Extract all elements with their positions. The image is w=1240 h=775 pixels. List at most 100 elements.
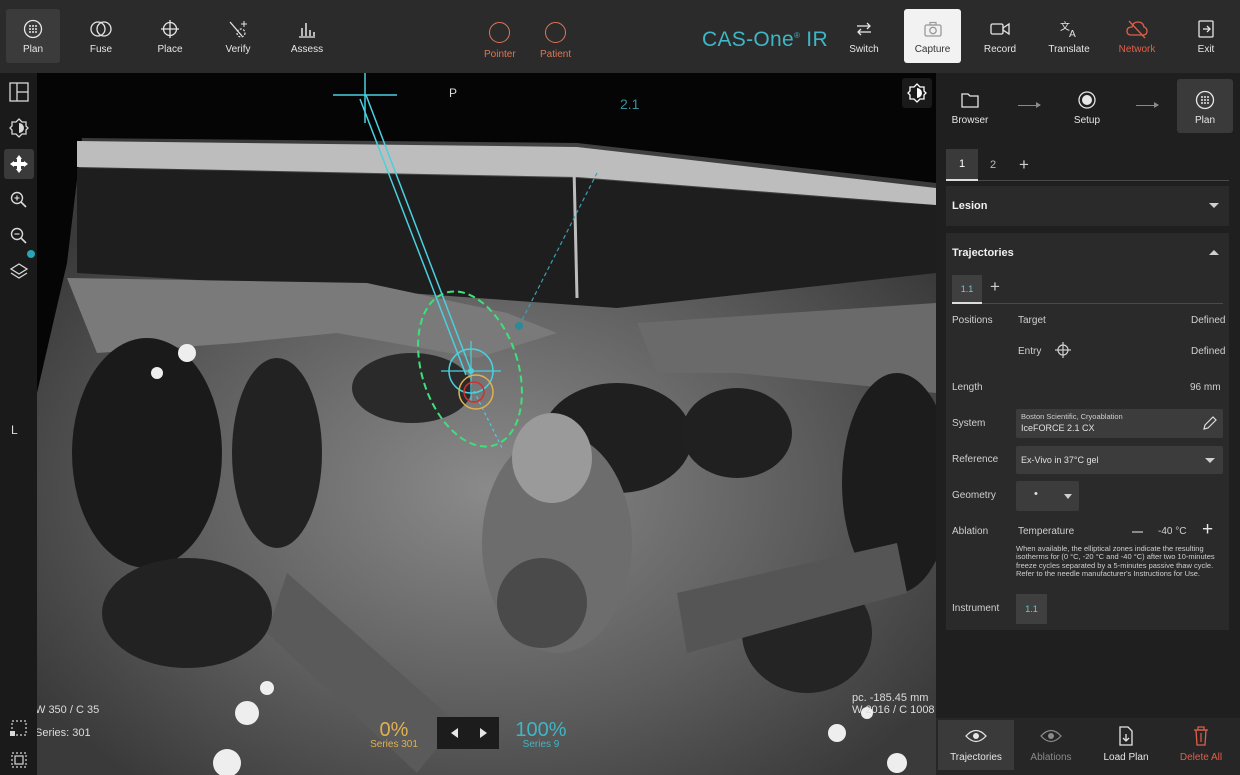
fusion-right-arrow-icon[interactable] <box>480 728 487 738</box>
geometry-select[interactable]: • <box>1016 481 1079 511</box>
layers-icon <box>9 263 29 279</box>
trajectories-toggle-button[interactable]: Trajectories <box>938 720 1014 770</box>
fuse-button[interactable]: Fuse <box>74 9 128 63</box>
entry-state: Defined <box>1191 346 1226 357</box>
plan-panel: Browser Setup Plan 1 2 + Lesion Trajecto… <box>936 73 1240 775</box>
delete-all-label: Delete All <box>1179 752 1223 763</box>
assess-label: Assess <box>290 44 324 55</box>
fusion-left-arrow-icon[interactable] <box>451 728 458 738</box>
temperature-label: Temperature <box>1018 526 1075 537</box>
lesion-header[interactable]: Lesion <box>946 186 1229 226</box>
brightness-button[interactable] <box>4 113 34 143</box>
trajectories-header[interactable]: Trajectories <box>946 233 1229 273</box>
orientation-left: L <box>11 423 18 437</box>
instrument-chip[interactable]: 1.1 <box>1016 594 1047 624</box>
ablations-toggle-label: Ablations <box>1030 752 1072 763</box>
edit-pencil-icon[interactable] <box>1202 416 1217 433</box>
exit-button[interactable]: Exit <box>1179 9 1233 63</box>
workflow-plan-label: Plan <box>1194 115 1215 126</box>
lesion-title: Lesion <box>952 200 988 212</box>
series-left: Series: 301 <box>37 727 91 739</box>
fusion-left-percent: 0% <box>379 719 409 741</box>
zoom-in-button[interactable] <box>4 185 34 215</box>
system-field[interactable]: Boston Scientific, Cryoablation IceFORCE… <box>1016 409 1223 438</box>
trajectory-2-1-label: 2.1 <box>620 96 640 112</box>
reference-select[interactable]: Ex-Vivo in 37°C gel <box>1016 446 1223 474</box>
reference-label: Reference <box>952 454 999 465</box>
assess-button[interactable]: Assess <box>280 9 334 63</box>
network-button[interactable]: Network <box>1110 9 1164 63</box>
translate-button[interactable]: 文A Translate <box>1042 9 1096 63</box>
switch-label: Switch <box>849 44 879 55</box>
panel-bottom-bar: Trajectories Ablations Load Plan Delete … <box>936 718 1240 775</box>
brightness-icon <box>9 118 29 138</box>
target-label: Target <box>1018 315 1046 326</box>
capture-button[interactable]: Capture <box>904 9 961 63</box>
ablations-toggle-button[interactable]: Ablations <box>1013 720 1089 770</box>
tab-trajectory-1-1[interactable]: 1.1 <box>952 275 982 304</box>
eye-icon <box>965 726 987 746</box>
plan-button[interactable]: Plan <box>6 9 60 63</box>
geometry-label: Geometry <box>952 490 996 501</box>
workflow-setup[interactable]: Setup <box>1059 79 1115 133</box>
decrease-temperature-icon[interactable] <box>1132 531 1143 533</box>
setup-icon <box>1077 89 1097 111</box>
svg-text:A: A <box>1069 29 1076 39</box>
chevron-down-icon <box>1064 494 1072 499</box>
add-plan-icon[interactable]: + <box>1008 149 1040 181</box>
add-trajectory-icon[interactable]: + <box>990 277 1000 297</box>
trajectories-title: Trajectories <box>952 247 1014 259</box>
image-viewer[interactable]: P 2.1 W 350 / C 35 Series: 301 pc. -185.… <box>37 73 936 775</box>
tab-plan-1[interactable]: 1 <box>946 149 978 181</box>
contrast-toggle-button[interactable] <box>902 78 932 108</box>
pointer-button[interactable]: Pointer <box>484 22 516 60</box>
verify-label: Verify <box>225 44 251 55</box>
zoom-out-button[interactable] <box>4 221 34 251</box>
exit-label: Exit <box>1197 44 1215 55</box>
brand-suffix: IR <box>800 28 828 51</box>
positions-label: Positions <box>952 315 993 326</box>
fusion-left-series: Series 301 <box>370 739 418 750</box>
plan-label: Plan <box>22 44 43 55</box>
delete-all-button[interactable]: Delete All <box>1163 720 1239 770</box>
patient-button[interactable]: Patient <box>540 22 571 60</box>
region-select-button[interactable] <box>4 713 34 743</box>
place-button[interactable]: Place <box>143 9 197 63</box>
verify-button[interactable]: Verify <box>211 9 265 63</box>
video-icon <box>989 19 1011 39</box>
increase-temperature-icon[interactable]: + <box>1202 519 1213 541</box>
fusion-right-percent: 100% <box>515 719 567 741</box>
workflow-arrow <box>1018 102 1041 108</box>
record-button[interactable]: Record <box>973 9 1027 63</box>
verify-icon <box>227 19 249 39</box>
ablation-note: When available, the elliptical zones ind… <box>1016 544 1215 579</box>
translate-label: Translate <box>1048 44 1090 55</box>
tab-plan-2[interactable]: 2 <box>977 149 1009 181</box>
move-icon <box>10 155 28 173</box>
chevron-up-icon <box>1209 250 1219 255</box>
workflow-plan[interactable]: Plan <box>1177 79 1233 133</box>
layers-button[interactable] <box>4 257 34 287</box>
app-logo: CAS-One® IR <box>702 28 828 52</box>
system-manufacturer: Boston Scientific, Cryoablation <box>1021 412 1123 421</box>
fusion-right-readout: 100% Series 9 <box>507 720 575 750</box>
pan-button[interactable] <box>4 149 34 179</box>
region-copy-button[interactable] <box>4 745 34 775</box>
plan-icon <box>1195 89 1215 111</box>
switch-button[interactable]: Switch <box>837 9 891 63</box>
window-level-left: W 350 / C 35 <box>37 704 100 716</box>
workflow-browser[interactable]: Browser <box>942 79 998 133</box>
fusion-slider[interactable] <box>437 717 499 749</box>
layout-icon <box>9 82 29 102</box>
entry-crosshair-icon[interactable] <box>1055 342 1071 363</box>
pointer-status-icon <box>489 22 511 43</box>
viewer-tools: L <box>0 73 37 775</box>
load-plan-button[interactable]: Load Plan <box>1088 720 1164 770</box>
layout-button[interactable] <box>4 77 34 107</box>
ablation-label: Ablation <box>952 526 989 537</box>
crosshair-icon <box>160 19 180 39</box>
load-plan-label: Load Plan <box>1103 752 1149 763</box>
system-label: System <box>952 418 986 429</box>
capture-label: Capture <box>914 44 951 55</box>
workflow-arrow <box>1136 102 1159 108</box>
